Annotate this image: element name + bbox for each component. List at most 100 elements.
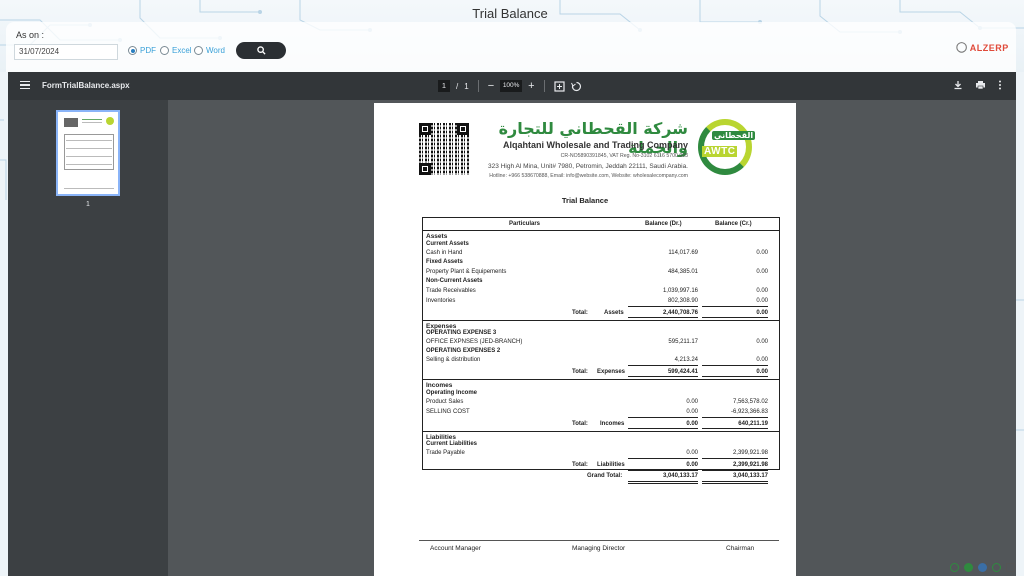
page-separator: /: [456, 81, 459, 91]
fullscreen-icon[interactable]: [1006, 563, 1015, 572]
col-dr: Balance (Dr.): [645, 221, 682, 227]
logo-text: ALZERP: [969, 42, 1009, 53]
total-label: Total:: [572, 421, 588, 427]
cr-value: 0.00: [756, 357, 768, 363]
check-icon[interactable]: [964, 563, 973, 572]
account-name: Product Sales: [426, 399, 464, 405]
toolbar-actions: [953, 80, 1002, 90]
current-page-input[interactable]: 1: [438, 80, 450, 92]
total-dr: 0.00: [686, 421, 698, 427]
signature-chairman: Chairman: [726, 545, 755, 552]
dr-value: 595,211.17: [668, 339, 698, 345]
toolbar-divider: [477, 80, 479, 92]
alzerp-logo: ◯ ALZERP: [956, 42, 1009, 53]
as-on-label: As on :: [16, 30, 45, 40]
pdf-toolbar: FormTrialBalance.aspx 1 / 1 − 100% +: [8, 72, 1016, 100]
dr-value: 0.00: [686, 409, 698, 415]
company-address: 323 High Al Mina, Unit# 7980, Petromin, …: [488, 163, 688, 170]
total-cr: 0.00: [756, 369, 768, 375]
total-dr: 0.00: [686, 462, 698, 468]
trial-balance-table: Particulars Balance (Dr.) Balance (Cr.) …: [422, 217, 780, 470]
group-heading: Operating Income: [426, 390, 478, 396]
signature-line: [419, 540, 779, 541]
pdf-scrollbar[interactable]: [1008, 100, 1016, 576]
section-divider: [423, 431, 779, 432]
group-heading: OPERATING EXPENSES 2: [426, 348, 501, 354]
as-on-date-input[interactable]: 31/07/2024: [14, 44, 118, 60]
account-name: Selling & distribution: [426, 357, 481, 363]
page-title: Trial Balance: [472, 6, 548, 21]
menu-icon[interactable]: [20, 81, 30, 89]
zoom-in-icon[interactable]: +: [528, 80, 534, 92]
status-icons: [950, 563, 1015, 572]
cr-value: 0.00: [756, 269, 768, 275]
total-cr: 2,399,921.98: [732, 462, 768, 468]
logo-english-text: AWTC: [702, 146, 738, 157]
cr-value: 0.00: [756, 339, 768, 345]
print-icon[interactable]: [975, 80, 986, 90]
grand-total-cr: 3,040,133.17: [732, 473, 768, 479]
format-radio-pdf[interactable]: PDF: [128, 46, 156, 55]
account-name: Cash in Hand: [426, 250, 463, 256]
cr-value: 7,563,578.02: [732, 399, 768, 405]
section-heading: Liabilities: [426, 434, 456, 441]
col-cr: Balance (Cr.): [715, 221, 752, 227]
dr-value: 802,308.90: [667, 298, 698, 304]
account-name: Trade Receivables: [426, 288, 476, 294]
total-label: Total:: [572, 310, 588, 316]
dr-value: 484,385.01: [667, 269, 698, 275]
zoom-out-icon[interactable]: −: [488, 80, 494, 92]
thumbnail-sidebar: 1: [8, 100, 168, 576]
group-heading: Non-Current Assets: [426, 278, 483, 284]
dr-value: 0.00: [686, 399, 698, 405]
download-icon[interactable]: [953, 80, 963, 90]
cr-value: 0.00: [756, 298, 768, 304]
account-name: OFFICE EXPNSES (JED-BRANCH): [426, 339, 523, 345]
signature-account-manager: Account Manager: [430, 545, 481, 552]
dr-value: 1,039,997.16: [662, 288, 698, 294]
logo-arabic-text: القحطاني: [712, 131, 756, 140]
zoom-level-input[interactable]: 100%: [500, 80, 523, 92]
company-name-english: Alqahtani Wholesale and Trading Company: [502, 140, 688, 150]
cr-value: 2,399,921.98: [732, 450, 768, 456]
dr-value: 0.00: [686, 450, 698, 456]
toolbar-divider: [543, 80, 545, 92]
section-divider: [423, 320, 779, 321]
section-heading: Assets: [426, 233, 448, 240]
group-heading: OPERATING EXPENSE 3: [426, 330, 497, 336]
search-button[interactable]: [236, 42, 286, 59]
document-page: شركة القحطاني للتجارة والجملة Alqahtani …: [374, 103, 796, 576]
grand-total-label: Grand Total:: [587, 473, 623, 479]
help-icon[interactable]: [978, 563, 987, 572]
dr-value: 4,213.24: [674, 357, 698, 363]
company-contact: Hotline: +966 538670888, Email: info@web…: [489, 173, 688, 179]
page-zoom-controls: 1 / 1 − 100% +: [438, 79, 582, 93]
total-label: Total:: [572, 462, 588, 468]
rotate-icon[interactable]: [570, 81, 582, 92]
filter-panel: [6, 22, 1016, 72]
col-particulars: Particulars: [509, 221, 541, 227]
fit-page-icon[interactable]: [553, 80, 565, 92]
group-heading: Current Assets: [426, 241, 469, 247]
total-cr: 0.00: [756, 310, 768, 316]
total-dr: 2,440,708.76: [662, 310, 698, 316]
page-thumbnail[interactable]: [56, 110, 120, 196]
radio-unselected-icon: [194, 46, 203, 55]
report-title: Trial Balance: [561, 196, 609, 205]
power-icon[interactable]: [950, 563, 959, 572]
format-radio-word[interactable]: Word: [194, 46, 225, 55]
section-divider: [423, 379, 779, 380]
more-options-icon[interactable]: [998, 80, 1002, 90]
format-word-label: Word: [206, 46, 225, 55]
logo-mark-icon: ◯: [956, 42, 968, 53]
dr-value: 114,017.69: [668, 250, 698, 256]
total-cr: 640,211.19: [738, 421, 768, 427]
cr-value: 0.00: [756, 288, 768, 294]
awtc-logo: القحطاني AWTC: [696, 117, 756, 179]
total-dr: 599,424.41: [667, 369, 698, 375]
refresh-icon[interactable]: [992, 563, 1001, 572]
account-name: SELLING COST: [426, 409, 470, 415]
format-radio-excel[interactable]: Excel: [160, 46, 192, 55]
group-heading: Current Liabilities: [426, 441, 478, 447]
company-name-arabic: شركة القحطاني للتجارة والجملة: [498, 119, 688, 157]
